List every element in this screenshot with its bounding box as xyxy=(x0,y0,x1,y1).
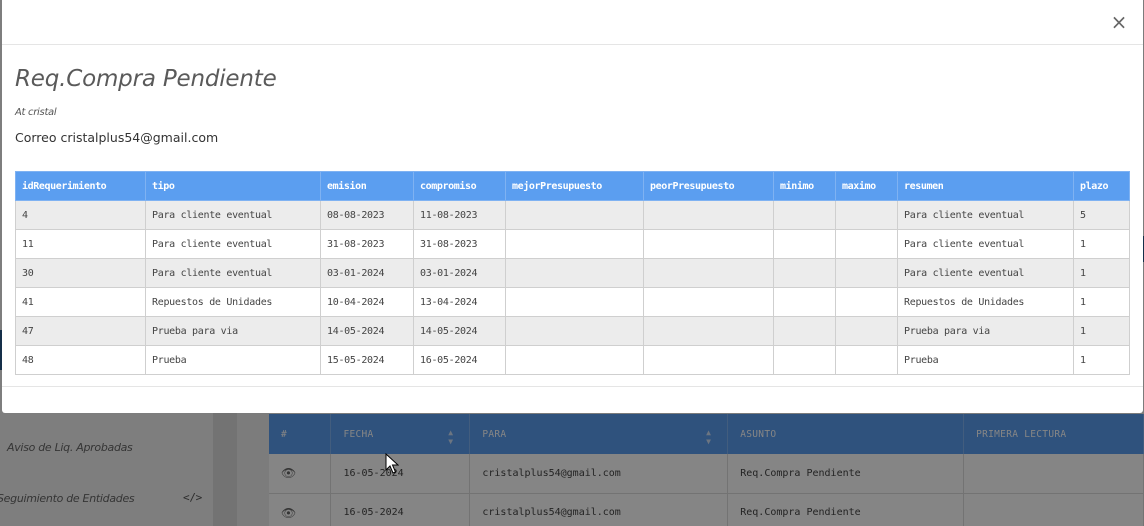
cell-emision: 15-05-2024 xyxy=(320,345,414,375)
cell-tipo: Repuestos de Unidades xyxy=(145,287,321,317)
cell-mejorpresupuesto xyxy=(505,258,644,288)
cell-tipo: Para cliente eventual xyxy=(145,229,321,259)
cell-compromiso: 13-04-2024 xyxy=(413,287,506,317)
cell-compromiso: 14-05-2024 xyxy=(413,316,506,346)
column-header-plazo[interactable]: plazo xyxy=(1073,171,1130,201)
cell-tipo: Para cliente eventual xyxy=(145,200,321,230)
cell-peorpresupuesto xyxy=(643,316,774,346)
cell-minimo xyxy=(773,345,836,375)
close-icon: × xyxy=(1110,10,1128,34)
cell-peorpresupuesto xyxy=(643,200,774,230)
cell-minimo xyxy=(773,258,836,288)
table-row[interactable]: 11 Para cliente eventual 31-08-2023 31-08-2… xyxy=(15,229,1130,259)
cell-emision: 31-08-2023 xyxy=(320,229,414,259)
cell-tipo: Prueba xyxy=(145,345,321,375)
cell-resumen: Prueba para via xyxy=(897,316,1074,346)
cell-minimo xyxy=(773,200,836,230)
cell-tipo: Para cliente eventual xyxy=(145,258,321,288)
column-header-peorpresupuesto[interactable]: peorPresupuesto xyxy=(643,171,774,201)
table-row[interactable]: 47 Prueba para via 14-05-2024 14-05-2024 Pru… xyxy=(15,316,1130,346)
cell-idrequerimiento: 30 xyxy=(15,258,146,288)
modal-dialog: × Req.Compra Pendiente At cristal Correo… xyxy=(2,0,1143,413)
cell-peorpresupuesto xyxy=(643,287,774,317)
column-header-maximo[interactable]: maximo xyxy=(835,171,898,201)
column-header-compromiso[interactable]: compromiso xyxy=(413,171,506,201)
requirements-table: idRequerimiento tipo emision compromiso mejo… xyxy=(15,171,1130,375)
cell-compromiso: 11-08-2023 xyxy=(413,200,506,230)
cell-plazo: 1 xyxy=(1073,316,1130,346)
cell-mejorpresupuesto xyxy=(505,345,644,375)
table-row[interactable]: 48 Prueba 15-05-2024 16-05-2024 Prueba 1 xyxy=(15,345,1130,375)
cell-idrequerimiento: 41 xyxy=(15,287,146,317)
cell-tipo: Prueba para via xyxy=(145,316,321,346)
cell-plazo: 1 xyxy=(1073,345,1130,375)
cell-maximo xyxy=(835,258,898,288)
cell-emision: 03-01-2024 xyxy=(320,258,414,288)
cell-peorpresupuesto xyxy=(643,345,774,375)
column-header-minimo[interactable]: minimo xyxy=(773,171,836,201)
cell-plazo: 1 xyxy=(1073,258,1130,288)
modal-header: × xyxy=(2,0,1143,45)
cell-emision: 10-04-2024 xyxy=(320,287,414,317)
email-line: Correo cristalplus54@gmail.com xyxy=(15,130,219,145)
cell-resumen: Prueba xyxy=(897,345,1074,375)
cell-peorpresupuesto xyxy=(643,229,774,259)
requirements-header-row: idRequerimiento tipo emision compromiso mejo… xyxy=(15,171,1130,201)
cell-resumen: Para cliente eventual xyxy=(897,200,1074,230)
cell-minimo xyxy=(773,287,836,317)
cell-plazo: 1 xyxy=(1073,229,1130,259)
cell-maximo xyxy=(835,345,898,375)
cell-maximo xyxy=(835,200,898,230)
modal-footer-divider xyxy=(2,386,1143,387)
column-header-tipo[interactable]: tipo xyxy=(145,171,321,201)
close-button[interactable]: × xyxy=(1108,9,1130,35)
cell-idrequerimiento: 4 xyxy=(15,200,146,230)
cell-idrequerimiento: 11 xyxy=(15,229,146,259)
cell-emision: 08-08-2023 xyxy=(320,200,414,230)
column-header-emision[interactable]: emision xyxy=(320,171,414,201)
column-header-idrequerimiento[interactable]: idRequerimiento xyxy=(15,171,146,201)
cell-resumen: Repuestos de Unidades xyxy=(897,287,1074,317)
cell-maximo xyxy=(835,316,898,346)
cell-mejorpresupuesto xyxy=(505,200,644,230)
table-row[interactable]: 4 Para cliente eventual 08-08-2023 11-08-20… xyxy=(15,200,1130,230)
column-header-resumen[interactable]: resumen xyxy=(897,171,1074,201)
cell-plazo: 1 xyxy=(1073,287,1130,317)
cell-resumen: Para cliente eventual xyxy=(897,229,1074,259)
cell-idrequerimiento: 47 xyxy=(15,316,146,346)
cell-mejorpresupuesto xyxy=(505,287,644,317)
modal-subtitle: At cristal xyxy=(15,107,57,118)
cell-compromiso: 03-01-2024 xyxy=(413,258,506,288)
cell-peorpresupuesto xyxy=(643,258,774,288)
cell-mejorpresupuesto xyxy=(505,229,644,259)
table-row[interactable]: 41 Repuestos de Unidades 10-04-2024 13-04-2… xyxy=(15,287,1130,317)
cell-compromiso: 16-05-2024 xyxy=(413,345,506,375)
cell-resumen: Para cliente eventual xyxy=(897,258,1074,288)
cell-minimo xyxy=(773,229,836,259)
cell-minimo xyxy=(773,316,836,346)
cell-plazo: 5 xyxy=(1073,200,1130,230)
cell-emision: 14-05-2024 xyxy=(320,316,414,346)
column-header-mejorpresupuesto[interactable]: mejorPresupuesto xyxy=(505,171,644,201)
table-row[interactable]: 30 Para cliente eventual 03-01-2024 03-01-2… xyxy=(15,258,1130,288)
cell-maximo xyxy=(835,287,898,317)
cell-idrequerimiento: 48 xyxy=(15,345,146,375)
cell-mejorpresupuesto xyxy=(505,316,644,346)
cell-compromiso: 31-08-2023 xyxy=(413,229,506,259)
cell-maximo xyxy=(835,229,898,259)
mouse-cursor-icon xyxy=(385,453,399,474)
modal-title: Req.Compra Pendiente xyxy=(15,66,277,92)
